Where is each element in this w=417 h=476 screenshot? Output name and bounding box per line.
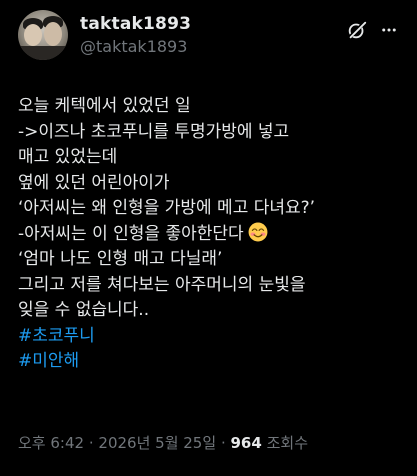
tweet-date[interactable]: 2026년 5월 25일 — [98, 434, 216, 452]
smiling-face-emoji-icon — [248, 222, 268, 241]
grok-icon — [348, 21, 367, 39]
tweet-text-line: ‘아저씨는 왜 인형을 가방에 메고 다녀요?’ — [18, 198, 316, 218]
meta-separator: · — [220, 434, 226, 452]
avatar[interactable] — [18, 10, 68, 60]
tweet-header: taktak1893 @taktak1893 — [18, 10, 399, 70]
tweet-text-line: ‘엄마 나도 인형 매고 다닐래’ — [18, 249, 223, 269]
more-button[interactable] — [379, 16, 399, 44]
tweet-text-line: 오늘 케텍에서 있었던 일 — [18, 96, 191, 116]
author-display-name[interactable]: taktak1893 — [80, 14, 343, 34]
tweet: taktak1893 @taktak1893 오늘 케텍에서 있었던 일 ->이… — [0, 0, 417, 476]
author-names: taktak1893 @taktak1893 — [80, 14, 343, 58]
hashtag-link[interactable]: #초코푸니 — [18, 324, 399, 350]
grok-button[interactable] — [343, 16, 371, 44]
tweet-meta: 오후 6:42 · 2026년 5월 25일 · 964 조회수 — [18, 432, 308, 453]
tweet-time[interactable]: 오후 6:42 — [18, 434, 84, 452]
views-label: 조회수 — [266, 434, 308, 452]
tweet-text-line: 잊을 수 없습니다.. — [18, 300, 150, 320]
author-handle[interactable]: @taktak1893 — [80, 36, 343, 58]
tweet-text-line: 매고 있었는데 — [18, 147, 118, 167]
hashtag-link[interactable]: #미안해 — [18, 349, 399, 375]
meta-separator: · — [88, 434, 94, 452]
tweet-text-line: ->이즈나 초코푸니를 투명가방에 넣고 — [18, 121, 290, 142]
tweet-text: 오늘 케텍에서 있었던 일 ->이즈나 초코푸니를 투명가방에 넣고 매고 있었… — [18, 94, 399, 375]
tweet-text-line: -아저씨는 이 인형을 좋아한단다 — [18, 222, 399, 248]
views-count[interactable]: 964 — [231, 434, 262, 452]
tweet-text-line: 옆에 있던 어린아이가 — [18, 172, 170, 193]
more-icon — [382, 28, 396, 32]
tweet-text-line: 그리고 저를 쳐다보는 아주머니의 눈빛을 — [18, 274, 306, 295]
tweet-text-line-content: -아저씨는 이 인형을 좋아한단다 — [18, 223, 244, 244]
